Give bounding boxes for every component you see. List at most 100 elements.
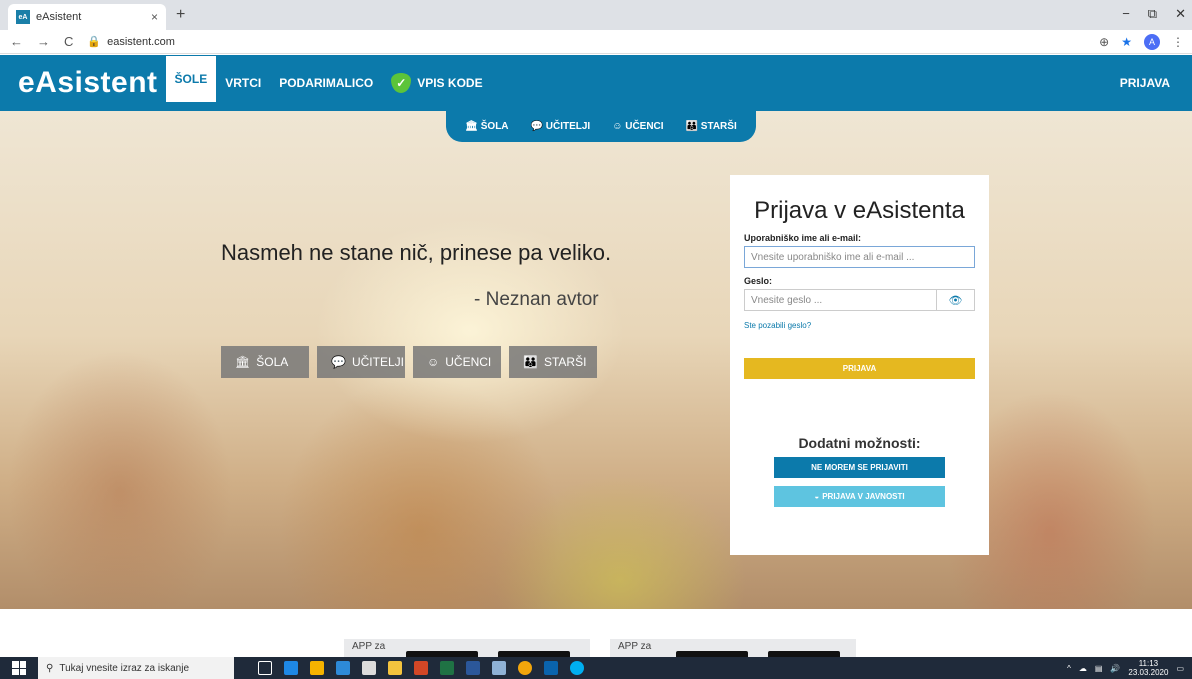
- close-window-button[interactable]: ✕: [1175, 6, 1186, 22]
- mask-icon: ◒: [814, 492, 820, 501]
- calculator-icon[interactable]: [362, 661, 376, 675]
- role-button-starsi[interactable]: 👪 STARŠI: [509, 346, 597, 378]
- task-view-icon[interactable]: [258, 661, 272, 675]
- store-icon[interactable]: [310, 661, 324, 675]
- address-bar: ← → C 🔒 easistent.com ⊕ ★ A ⋮: [0, 30, 1192, 54]
- public-login-button[interactable]: ◒ PRIJAVA V JAVNOSTI: [774, 486, 945, 507]
- file-explorer-icon[interactable]: [388, 661, 402, 675]
- forgot-password-link[interactable]: Ste pozabili geslo?: [744, 321, 975, 330]
- role-button-sola[interactable]: 🏛 ŠOLA: [221, 346, 309, 378]
- nav-vrtci[interactable]: VRTCI: [216, 55, 270, 111]
- tray-up-icon[interactable]: ^: [1067, 664, 1071, 673]
- sub-nav: 🏛 ŠOLA 💬 UČITELJI ☺ UČENCI 👪 STARŠI: [446, 111, 756, 142]
- app-box-1-label: APP za: [352, 641, 386, 652]
- edge-icon[interactable]: [284, 661, 298, 675]
- nav-sole[interactable]: ŠOLE: [165, 56, 217, 102]
- site-header: eAsistent ŠOLE VRTCI PODARIMALICO ✓ VPIS…: [0, 55, 1192, 111]
- school-icon: 🏛: [235, 355, 251, 369]
- system-tray: ^ ☁ ▤ 🔊 11:13 23.03.2020 ▭: [1067, 659, 1184, 677]
- nav-vpis-kode-label: VPIS KODE: [417, 76, 483, 90]
- clock-date: 23.03.2020: [1128, 668, 1169, 677]
- windows-start-icon[interactable]: [12, 661, 26, 675]
- lock-icon: 🔒: [87, 36, 102, 48]
- cant-login-button[interactable]: NE MOREM SE PRIJAVITI: [774, 457, 945, 478]
- username-label: Uporabniško ime ali e-mail:: [744, 233, 862, 243]
- reload-icon[interactable]: C: [64, 34, 73, 49]
- main-nav: ŠOLE VRTCI PODARIMALICO ✓ VPIS KODE: [165, 55, 492, 111]
- forward-icon[interactable]: →: [37, 34, 50, 49]
- subnav-sola[interactable]: 🏛 ŠOLA: [465, 121, 508, 132]
- word-icon[interactable]: [466, 661, 480, 675]
- taskbar-clock[interactable]: 11:13 23.03.2020: [1128, 659, 1168, 677]
- public-login-label: PRIJAVA V JAVNOSTI: [822, 492, 905, 501]
- new-tab-button[interactable]: +: [176, 6, 185, 24]
- student-icon: ☺: [427, 355, 440, 369]
- menu-icon[interactable]: ⋮: [1172, 35, 1184, 49]
- role-button-ucitelji[interactable]: 💬 UČITELJI: [317, 346, 405, 378]
- parents-icon: 👪: [523, 355, 538, 369]
- speech-icon: 💬: [331, 355, 346, 369]
- windows-taskbar: ⚲ Tukaj vnesite izraz za iskanje ^ ☁ ▤ 🔊…: [0, 657, 1192, 679]
- zoom-icon[interactable]: ⊕: [1099, 35, 1109, 49]
- app-box-2-label: APP za: [618, 641, 652, 652]
- volume-icon[interactable]: 🔊: [1110, 664, 1120, 673]
- taskbar-search[interactable]: ⚲ Tukaj vnesite izraz za iskanje: [38, 657, 234, 679]
- excel-icon[interactable]: [440, 661, 454, 675]
- favicon-icon: eA: [16, 10, 30, 24]
- header-login-link[interactable]: PRIJAVA: [1120, 76, 1170, 90]
- password-row: Vnesite geslo ... 👁: [744, 289, 975, 311]
- subnav-ucitelji-label: UČITELJI: [545, 121, 591, 132]
- role-button-ucenci-label: UČENCI: [445, 355, 492, 369]
- browser-tab[interactable]: eA eAsistent ×: [8, 4, 166, 30]
- hero-quote: Nasmeh ne stane nič, prinese pa veliko.: [221, 240, 612, 265]
- browser-actions: ⊕ ★ A ⋮: [1099, 33, 1184, 50]
- minimize-button[interactable]: −: [1122, 6, 1130, 22]
- role-button-ucenci[interactable]: ☺ UČENCI: [413, 346, 501, 378]
- app-box-2: APP za: [610, 639, 856, 659]
- notifications-icon[interactable]: ▭: [1176, 664, 1184, 673]
- site-logo[interactable]: eAsistent: [18, 66, 158, 100]
- subnav-ucitelji[interactable]: 💬 UČITELJI: [531, 121, 591, 132]
- taskbar-search-text: Tukaj vnesite izraz za iskanje: [59, 662, 190, 674]
- role-buttons: 🏛 ŠOLA 💬 UČITELJI ☺ UČENCI 👪 STARŠI: [221, 346, 597, 378]
- restore-button[interactable]: ⧉: [1148, 6, 1157, 22]
- apps-section: APP za APP za: [0, 609, 1192, 659]
- role-button-ucitelji-label: UČITELJI: [351, 355, 404, 369]
- profile-avatar[interactable]: A: [1144, 33, 1160, 50]
- taskbar-apps: [258, 661, 584, 675]
- search-icon: ⚲: [46, 662, 54, 674]
- tab-title: eAsistent: [36, 11, 82, 23]
- login-submit-button[interactable]: PRIJAVA: [744, 358, 975, 379]
- clock-time: 11:13: [1138, 659, 1159, 668]
- mail-icon[interactable]: [336, 661, 350, 675]
- speech-icon: 💬: [530, 121, 543, 132]
- chrome-icon[interactable]: [518, 661, 532, 675]
- login-panel: Prijava v eAsistenta Uporabniško ime ali…: [730, 175, 989, 555]
- outlook-icon[interactable]: [544, 661, 558, 675]
- role-button-sola-label: ŠOLA: [256, 355, 289, 369]
- username-input[interactable]: Vnesite uporabniško ime ali e-mail ...: [744, 246, 975, 268]
- onedrive-icon[interactable]: ☁: [1079, 664, 1087, 673]
- nav-vpis-kode[interactable]: ✓ VPIS KODE: [382, 55, 491, 111]
- school-icon: 🏛: [465, 121, 478, 132]
- show-password-eye-icon[interactable]: 👁: [937, 289, 975, 311]
- powerpoint-icon[interactable]: [414, 661, 428, 675]
- subnav-starsi[interactable]: 👪 STARŠI: [686, 121, 737, 132]
- network-icon[interactable]: ▤: [1095, 664, 1103, 673]
- url-field[interactable]: 🔒 easistent.com: [87, 35, 175, 49]
- app-box-1: APP za: [344, 639, 590, 659]
- password-input[interactable]: Vnesite geslo ...: [744, 289, 937, 311]
- shield-check-icon: ✓: [391, 73, 412, 93]
- parents-icon: 👪: [685, 121, 699, 132]
- subnav-starsi-label: STARŠI: [700, 121, 737, 132]
- skype-icon[interactable]: [570, 661, 584, 675]
- hero-section: 🏛 ŠOLA 💬 UČITELJI ☺ UČENCI 👪 STARŠI Nasm…: [0, 111, 1192, 609]
- subnav-ucenci[interactable]: ☺ UČENCI: [612, 121, 663, 132]
- tab-close-icon[interactable]: ×: [151, 10, 158, 24]
- paint-icon[interactable]: [492, 661, 506, 675]
- role-button-starsi-label: STARŠI: [543, 355, 587, 369]
- back-icon[interactable]: ←: [10, 34, 23, 49]
- hero-quote-author: - Neznan avtor: [474, 289, 599, 310]
- star-icon[interactable]: ★: [1121, 35, 1132, 49]
- nav-podarimalico[interactable]: PODARIMALICO: [270, 55, 382, 111]
